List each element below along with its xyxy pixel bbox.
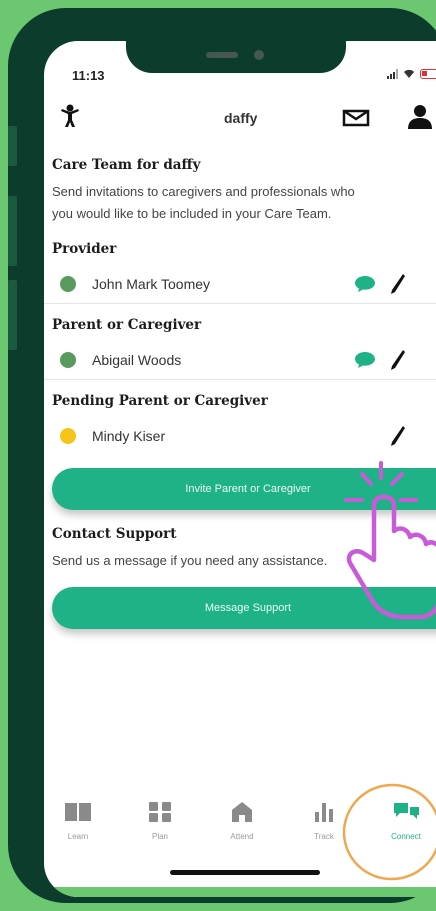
- tab-bar: Learn Plan Attend Track Connect: [44, 801, 436, 865]
- account-icon[interactable]: [406, 103, 434, 131]
- message-icon[interactable]: [354, 275, 376, 293]
- tab-label: Connect: [391, 832, 421, 841]
- front-camera: [254, 50, 264, 60]
- edit-icon[interactable]: [390, 425, 406, 447]
- message-support-button[interactable]: Message Support: [52, 587, 436, 629]
- pending-name: Mindy Kiser: [92, 428, 166, 444]
- tab-track[interactable]: Track: [294, 801, 354, 841]
- message-support-button-label: Message Support: [204, 602, 292, 614]
- screen-bottom-band: [44, 887, 436, 897]
- support-description: Send us a message if you need any assist…: [52, 553, 328, 568]
- battery-icon: [420, 69, 436, 79]
- care-team-heading: Care Team for daffy: [52, 157, 201, 173]
- bar-chart-icon: [315, 803, 333, 822]
- edit-icon[interactable]: [390, 273, 406, 295]
- care-team-description-line-2: you would like to be included in your Ca…: [52, 206, 332, 221]
- message-icon[interactable]: [354, 351, 376, 369]
- volume-up-button: [8, 196, 17, 266]
- parent-actions: [354, 347, 406, 373]
- wifi-icon: [404, 69, 414, 78]
- signal-icon: [387, 69, 398, 79]
- invite-parent-button-label: Invite Parent or Caregiver: [185, 483, 311, 495]
- tab-label: Track: [314, 832, 334, 841]
- volume-down-button: [8, 280, 17, 350]
- mute-switch: [8, 126, 17, 166]
- status-dot: [60, 352, 76, 368]
- status-icons: [387, 69, 436, 79]
- pending-actions: [390, 423, 406, 449]
- tab-plan[interactable]: Plan: [130, 801, 190, 841]
- building-icon: [232, 802, 252, 822]
- app-header: daffy: [44, 99, 436, 139]
- phone-frame: 11:13 daffy Care Team for daffy Send inv…: [8, 8, 436, 903]
- speaker: [206, 52, 238, 58]
- provider-heading: Provider: [52, 241, 117, 257]
- parent-heading: Parent or Caregiver: [52, 317, 202, 333]
- tab-label: Learn: [67, 832, 89, 841]
- chat-icon: [394, 803, 419, 819]
- pending-heading: Pending Parent or Caregiver: [52, 393, 268, 409]
- status-time: 11:13: [72, 68, 105, 83]
- pending-row: Mindy Kiser: [60, 423, 165, 449]
- grid-icon: [149, 802, 171, 822]
- home-indicator: [170, 870, 320, 875]
- tab-attend[interactable]: Attend: [212, 801, 272, 841]
- contact-support-heading: Contact Support: [52, 526, 177, 542]
- child-profile-icon[interactable]: [60, 104, 80, 128]
- tab-learn[interactable]: Learn: [48, 801, 108, 841]
- edit-icon[interactable]: [390, 349, 406, 371]
- provider-name: John Mark Toomey: [92, 276, 211, 292]
- divider: [44, 303, 436, 304]
- notch: [126, 41, 346, 73]
- mail-icon[interactable]: [342, 109, 370, 127]
- status-dot: [60, 428, 76, 444]
- phone-screen: 11:13 daffy Care Team for daffy Send inv…: [44, 41, 436, 897]
- app-title: daffy: [224, 110, 258, 126]
- tab-label: Attend: [230, 832, 254, 841]
- divider: [44, 379, 436, 380]
- tab-label: Plan: [151, 832, 168, 841]
- invite-parent-button[interactable]: Invite Parent or Caregiver: [52, 468, 436, 510]
- care-team-description-line-1: Send invitations to caregivers and profe…: [52, 184, 355, 199]
- parent-row: Abigail Woods: [60, 347, 181, 373]
- status-dot: [60, 276, 76, 292]
- book-icon: [65, 803, 91, 821]
- provider-actions: [354, 271, 406, 297]
- tab-connect[interactable]: Connect: [376, 801, 436, 841]
- provider-row: John Mark Toomey: [60, 271, 210, 297]
- parent-name: Abigail Woods: [92, 352, 182, 368]
